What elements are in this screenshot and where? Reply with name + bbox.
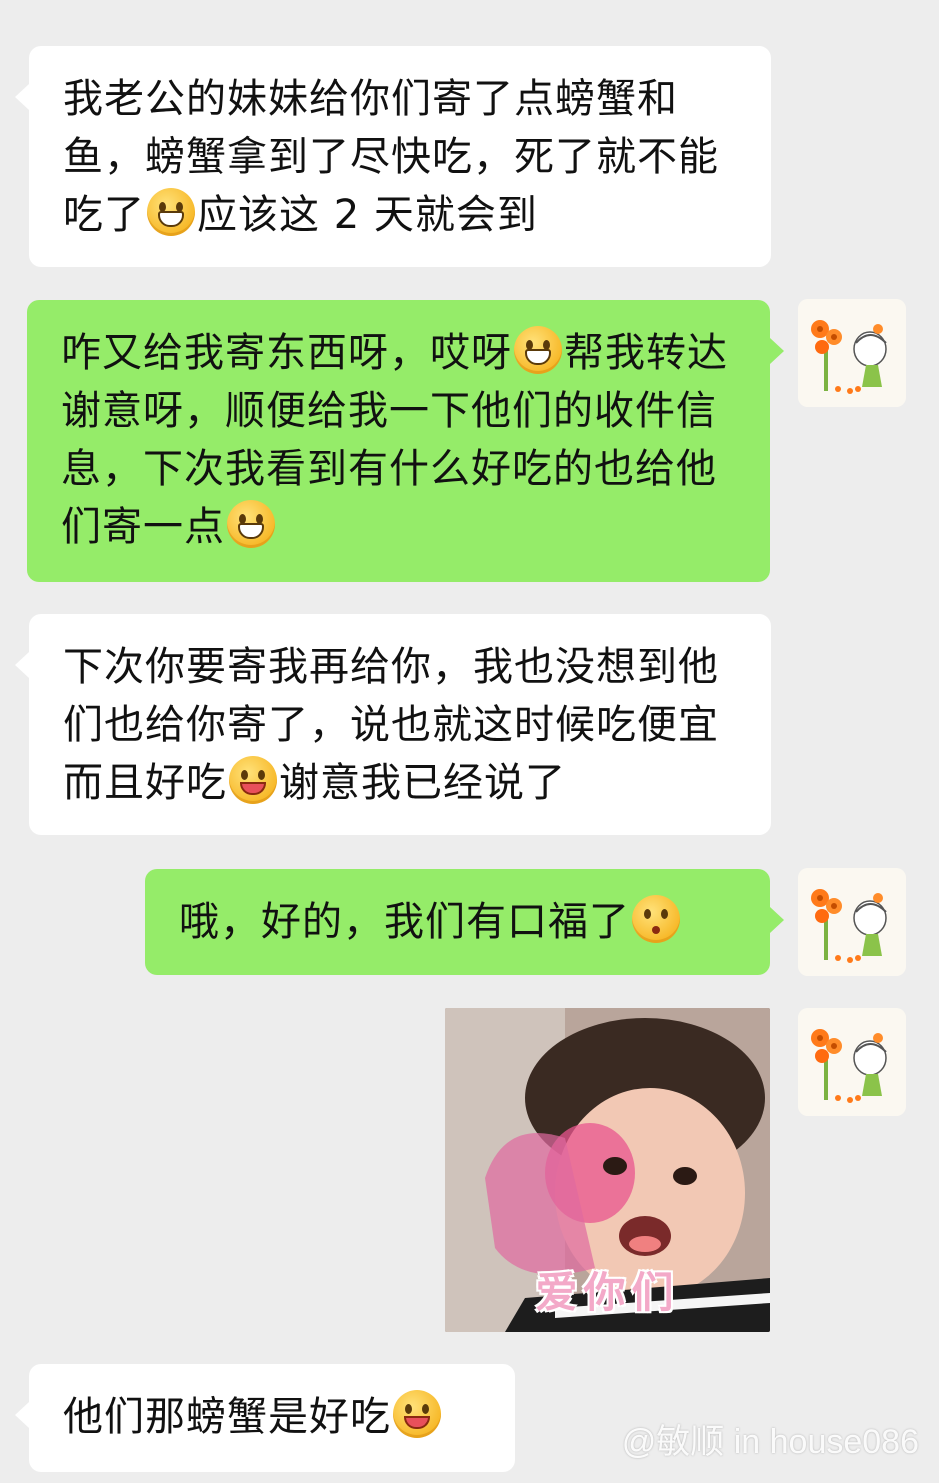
my-avatar[interactable] — [798, 299, 906, 407]
flower-girl-avatar-icon — [798, 868, 906, 976]
my-avatar[interactable] — [798, 868, 906, 976]
incoming-message-bubble[interactable]: 他们那螃蟹是好吃 — [15, 1364, 515, 1472]
crying-laughing-emoji-icon — [514, 326, 562, 374]
yum-emoji-icon — [393, 1390, 441, 1438]
grin-emoji-icon — [147, 188, 195, 236]
flower-girl-avatar-icon — [798, 299, 906, 407]
my-avatar[interactable] — [798, 1008, 906, 1116]
message-text: 咋又给我寄东西呀，哎呀 — [61, 330, 512, 376]
grin-emoji-icon — [227, 500, 275, 548]
watermark: @敏顺 in house086 — [621, 1423, 919, 1461]
incoming-message-bubble[interactable]: 我老公的妹妹给你们寄了点螃蟹和鱼，螃蟹拿到了尽快吃，死了就不能吃了 应该这 2 天… — [15, 46, 771, 267]
incoming-message-bubble[interactable]: 下次你要寄我再给你，我也没想到他们也给你寄了，说也就这时候吃便宜而且好吃 谢意我已… — [15, 614, 771, 835]
message-text: 谢意我已经说了 — [279, 760, 566, 806]
sticker-image[interactable]: 爱你们 — [445, 1008, 770, 1332]
sticker-caption: 爱你们 — [535, 1268, 680, 1317]
kissing-emoji-icon — [632, 895, 680, 943]
flower-girl-avatar-icon — [798, 1008, 906, 1116]
outgoing-message-bubble[interactable]: 咋又给我寄东西呀，哎呀 帮我转达谢意呀，顺便给我一下他们的收件信息，下次我看到有什… — [27, 300, 784, 582]
outgoing-message-bubble[interactable]: 哦，好的，我们有口福了 — [145, 869, 784, 975]
message-text: 哦，好的，我们有口福了 — [179, 899, 630, 945]
message-text: 应该这 2 天就会到 — [197, 192, 538, 238]
yum-emoji-icon — [229, 756, 277, 804]
message-text: 他们那螃蟹是好吃 — [63, 1394, 391, 1440]
